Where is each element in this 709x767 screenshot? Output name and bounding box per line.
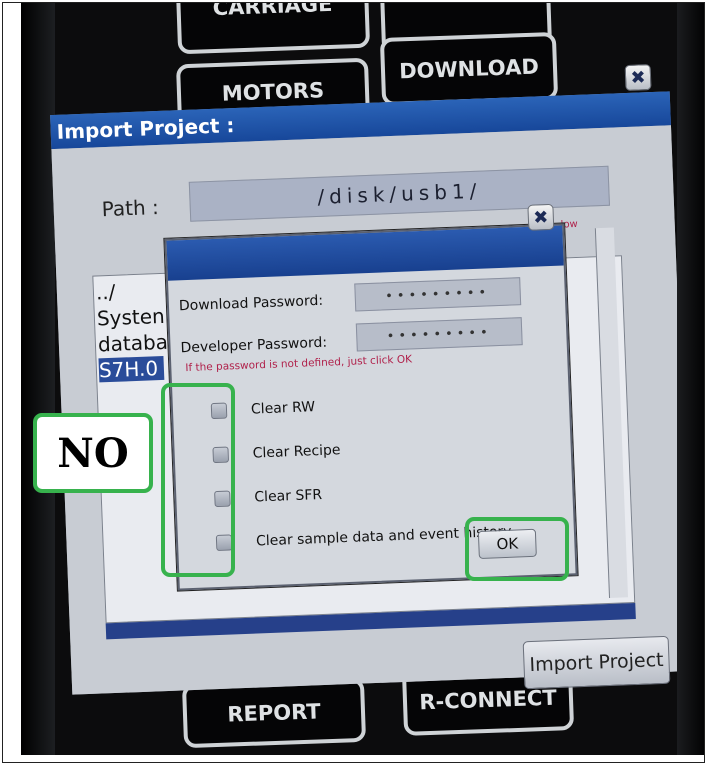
checkbox-highlight-box: [161, 383, 235, 577]
hmi-photo: CARRIAGE MOTORS DOWNLOAD REPORT R-CONNEC…: [21, 3, 704, 755]
download-password-field[interactable]: •••••••••: [354, 277, 522, 312]
password-hint-text: If the password is not defined, just cli…: [185, 353, 413, 375]
ok-highlight-box: [465, 517, 569, 581]
password-dialog-close-icon[interactable]: ✖: [527, 203, 555, 231]
report-label: REPORT: [226, 699, 322, 727]
carriage-label: CARRIAGE: [212, 3, 333, 21]
clear-recipe-label: Clear Recipe: [252, 442, 341, 462]
download-button[interactable]: DOWNLOAD: [379, 31, 559, 107]
import-project-button[interactable]: Import Project: [522, 635, 671, 690]
clear-rw-label: Clear RW: [250, 399, 316, 418]
list-item[interactable]: ../: [95, 280, 115, 305]
image-frame: CARRIAGE MOTORS DOWNLOAD REPORT R-CONNEC…: [2, 2, 705, 763]
clear-sfr-label: Clear SFR: [254, 486, 323, 506]
list-item[interactable]: databa: [97, 330, 168, 357]
list-item[interactable]: Systen: [96, 304, 165, 331]
no-annotation-label: NO: [57, 429, 129, 477]
r-connect-label: R-CONNECT: [418, 685, 558, 715]
download-password-label: Download Password:: [178, 292, 324, 315]
motors-label: MOTORS: [221, 78, 325, 106]
download-label: DOWNLOAD: [398, 54, 540, 84]
import-window-close-icon[interactable]: ✖: [624, 64, 652, 92]
list-item-selected[interactable]: S7H.0: [98, 355, 165, 383]
developer-password-label: Developer Password:: [180, 334, 328, 357]
developer-password-field[interactable]: •••••••••: [355, 317, 523, 352]
path-label: Path :: [101, 195, 160, 222]
carriage-button[interactable]: CARRIAGE: [175, 3, 371, 55]
import-window-title: Import Project :: [56, 113, 235, 144]
